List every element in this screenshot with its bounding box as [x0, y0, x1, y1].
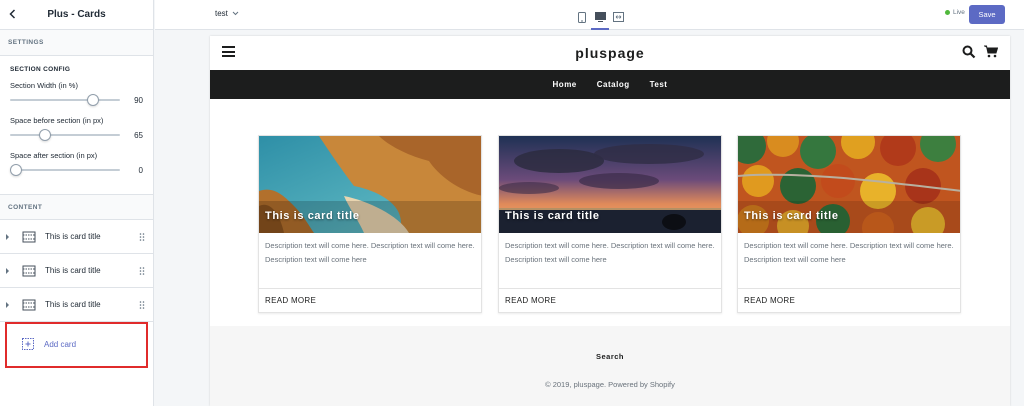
- space-after-slider-row: 0: [10, 164, 143, 176]
- drag-handle-icon[interactable]: [139, 267, 145, 275]
- nav-link-catalog[interactable]: Catalog: [597, 80, 630, 89]
- expand-caret-icon[interactable]: [0, 267, 14, 274]
- content-block-label: This is card title: [45, 300, 101, 309]
- content-block-row[interactable]: This is card title: [0, 288, 153, 322]
- nav-link-test[interactable]: Test: [650, 80, 668, 89]
- card: This is card title Description text will…: [737, 135, 961, 313]
- slider-thumb[interactable]: [10, 164, 22, 176]
- content-section-label: CONTENT: [0, 194, 153, 220]
- space-before-value: 65: [134, 130, 143, 140]
- device-preview-toggle: [573, 6, 627, 30]
- card-block-icon: [22, 265, 36, 276]
- desktop-view-button[interactable]: [591, 6, 609, 30]
- search-icon[interactable]: [962, 45, 976, 59]
- space-after-slider[interactable]: [10, 164, 120, 176]
- section-config-title: SECTION CONFIG: [10, 66, 71, 73]
- footer-search-link[interactable]: Search: [210, 326, 1010, 361]
- desktop-icon: [594, 12, 606, 22]
- sidebar-title: Plus - Cards: [47, 9, 106, 20]
- section-width-value: 90: [134, 95, 143, 105]
- cart-icon[interactable]: [984, 45, 998, 58]
- space-after-value: 0: [138, 165, 143, 175]
- save-button[interactable]: Save: [969, 5, 1005, 24]
- section-width-slider-row: 90: [10, 94, 143, 106]
- slider-thumb[interactable]: [87, 94, 100, 106]
- theme-name: test: [215, 9, 228, 18]
- read-more-link[interactable]: READ MORE: [259, 289, 481, 312]
- cards-section: This is card title Description text will…: [210, 99, 1010, 326]
- space-before-slider[interactable]: [10, 129, 120, 141]
- card-image-sunset-sea: This is card title: [499, 136, 721, 233]
- space-before-slider-row: 65: [10, 129, 143, 141]
- mobile-view-button[interactable]: [573, 6, 591, 28]
- card-image-beach-cliffs: This is card title: [259, 136, 481, 233]
- theme-selector[interactable]: test: [215, 9, 239, 18]
- store-preview-frame: pluspage Home Catalog Test This is card …: [210, 36, 1010, 406]
- content-block-row[interactable]: This is card title: [0, 220, 153, 254]
- card-title: This is card title: [265, 210, 360, 222]
- editor-top-bar: test Live Save: [155, 0, 1024, 30]
- slider-rail: [10, 99, 120, 101]
- settings-section-label: SETTINGS: [0, 30, 153, 56]
- card-image-autumn-forest: This is card title: [738, 136, 960, 233]
- store-footer: Search © 2019, pluspage. Powered by Shop…: [210, 326, 1010, 406]
- fullscreen-view-button[interactable]: [609, 6, 627, 28]
- fullscreen-icon: [612, 12, 624, 22]
- card-title: This is card title: [744, 210, 839, 222]
- footer-copyright: © 2019, pluspage. Powered by Shopify: [545, 380, 675, 389]
- space-before-label: Space before section (in px): [10, 116, 104, 125]
- drag-handle-icon[interactable]: [139, 233, 145, 241]
- sidebar-header: Plus - Cards: [0, 0, 153, 30]
- slider-rail: [10, 169, 120, 171]
- card: This is card title Description text will…: [258, 135, 482, 313]
- read-more-link[interactable]: READ MORE: [499, 289, 721, 312]
- store-logo[interactable]: pluspage: [575, 45, 644, 61]
- drag-handle-icon[interactable]: [139, 301, 145, 309]
- content-block-label: This is card title: [45, 266, 101, 275]
- card-description: Description text will come here. Descrip…: [265, 241, 475, 264]
- card-block-icon: [22, 231, 36, 242]
- hamburger-menu-icon[interactable]: [222, 46, 235, 57]
- live-status: Live: [945, 9, 965, 16]
- section-width-label: Section Width (in %): [10, 81, 78, 90]
- space-after-label: Space after section (in px): [10, 151, 98, 160]
- section-config-panel: SECTION CONFIG Section Width (in %) 90 S…: [0, 56, 153, 194]
- expand-caret-icon[interactable]: [0, 233, 14, 240]
- content-block-label: This is card title: [45, 232, 101, 241]
- card-block-icon: [22, 299, 36, 310]
- section-width-slider[interactable]: [10, 94, 120, 106]
- store-header: pluspage: [210, 36, 1010, 70]
- card-title: This is card title: [505, 210, 600, 222]
- back-arrow-icon[interactable]: [6, 7, 20, 21]
- card: This is card title Description text will…: [498, 135, 722, 313]
- slider-thumb[interactable]: [39, 129, 52, 141]
- read-more-link[interactable]: READ MORE: [738, 289, 960, 312]
- annotation-highlight-box: [5, 322, 148, 368]
- card-description: Description text will come here. Descrip…: [505, 241, 715, 264]
- mobile-icon: [578, 11, 586, 23]
- card-description: Description text will come here. Descrip…: [744, 241, 954, 264]
- live-status-label: Live: [953, 9, 965, 16]
- store-main-nav: Home Catalog Test: [210, 70, 1010, 99]
- live-status-dot: [945, 10, 950, 15]
- slider-rail: [10, 134, 120, 136]
- nav-link-home[interactable]: Home: [553, 80, 577, 89]
- chevron-down-icon: [232, 11, 239, 16]
- content-block-row[interactable]: This is card title: [0, 254, 153, 288]
- expand-caret-icon[interactable]: [0, 301, 14, 308]
